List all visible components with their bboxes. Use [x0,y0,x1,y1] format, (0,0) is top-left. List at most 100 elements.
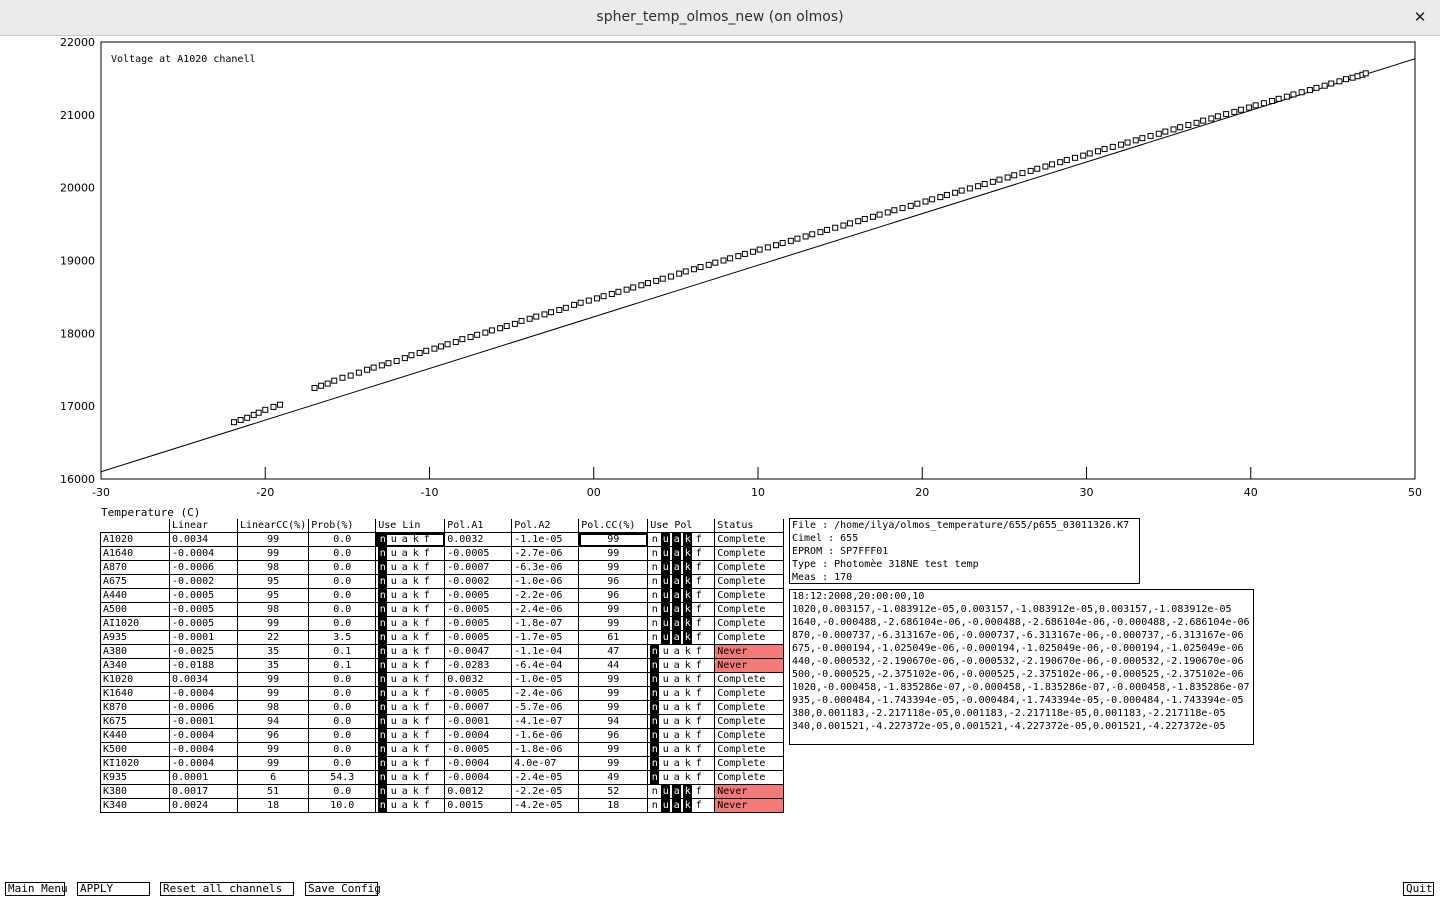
toggle-n[interactable]: n [650,800,659,812]
use-lin-toggles[interactable]: nuakf [375,630,446,645]
toggle-f[interactable]: f [694,702,703,714]
toggle-u[interactable]: u [389,646,398,658]
toggle-f[interactable]: f [694,590,703,602]
use-pol-toggles[interactable]: nuakf [647,588,716,603]
toggle-a[interactable]: a [672,631,682,644]
toggle-k[interactable]: k [411,730,420,742]
toggle-u[interactable]: u [661,758,670,770]
use-lin-toggles[interactable]: nuakf [375,532,446,547]
toggle-k[interactable]: k [683,785,693,798]
toggle-f[interactable]: f [422,562,431,574]
toggle-k[interactable]: k [683,758,692,770]
toggle-k[interactable]: k [411,688,420,700]
toggle-k[interactable]: k [683,575,693,588]
quit-button[interactable]: Quit [1403,882,1434,896]
toggle-n[interactable]: n [378,561,388,574]
toggle-n[interactable]: n [650,743,660,756]
toggle-f[interactable]: f [422,632,431,644]
use-pol-toggles[interactable]: nuakf [647,672,716,687]
reset-all-channels-button[interactable]: Reset all channels [160,882,294,896]
toggle-u[interactable]: u [661,533,671,546]
close-icon[interactable]: ✕ [1410,7,1430,27]
toggle-k[interactable]: k [411,800,420,812]
toggle-k[interactable]: k [683,799,693,812]
toggle-a[interactable]: a [672,785,682,798]
toggle-f[interactable]: f [422,772,431,784]
toggle-a[interactable]: a [400,772,409,784]
toggle-u[interactable]: u [389,576,398,588]
toggle-f[interactable]: f [422,576,431,588]
toggle-f[interactable]: f [694,548,703,560]
toggle-n[interactable]: n [378,673,388,686]
use-lin-toggles[interactable]: nuakf [375,728,446,743]
toggle-k[interactable]: k [683,603,693,616]
toggle-n[interactable]: n [378,785,388,798]
toggle-n[interactable]: n [378,603,388,616]
toggle-u[interactable]: u [661,688,670,700]
toggle-n[interactable]: n [650,701,660,714]
toggle-u[interactable]: u [661,660,670,672]
toggle-n[interactable]: n [650,673,660,686]
toggle-a[interactable]: a [400,576,409,588]
toggle-n[interactable]: n [378,701,388,714]
toggle-a[interactable]: a [400,786,409,798]
toggle-a[interactable]: a [672,716,681,728]
toggle-n[interactable]: n [378,645,388,658]
toggle-u[interactable]: u [389,702,398,714]
toggle-f[interactable]: f [694,632,703,644]
toggle-f[interactable]: f [694,660,703,672]
toggle-f[interactable]: f [694,576,703,588]
toggle-n[interactable]: n [378,715,388,728]
toggle-f[interactable]: f [422,702,431,714]
toggle-a[interactable]: a [400,688,409,700]
use-lin-toggles[interactable]: nuakf [375,742,446,757]
toggle-f[interactable]: f [694,562,703,574]
toggle-u[interactable]: u [389,534,398,546]
toggle-n[interactable]: n [650,715,660,728]
toggle-u[interactable]: u [661,617,671,630]
toggle-u[interactable]: u [661,785,671,798]
toggle-u[interactable]: u [661,603,671,616]
use-lin-toggles[interactable]: nuakf [375,672,446,687]
toggle-f[interactable]: f [694,604,703,616]
use-pol-toggles[interactable]: nuakf [647,602,716,617]
toggle-f[interactable]: f [694,730,703,742]
toggle-k[interactable]: k [683,660,692,672]
toggle-f[interactable]: f [422,786,431,798]
toggle-u[interactable]: u [389,786,398,798]
toggle-a[interactable]: a [400,590,409,602]
toggle-f[interactable]: f [422,716,431,728]
toggle-u[interactable]: u [661,730,670,742]
toggle-k[interactable]: k [683,533,693,546]
use-pol-toggles[interactable]: nuakf [647,644,716,659]
toggle-f[interactable]: f [422,674,431,686]
toggle-a[interactable]: a [400,562,409,574]
use-pol-toggles[interactable]: nuakf [647,574,716,589]
toggle-u[interactable]: u [661,674,670,686]
use-lin-toggles[interactable]: nuakf [375,588,446,603]
toggle-n[interactable]: n [378,743,388,756]
use-pol-toggles[interactable]: nuakf [647,798,716,813]
toggle-u[interactable]: u [389,744,398,756]
toggle-n[interactable]: n [378,799,388,812]
toggle-f[interactable]: f [694,772,703,784]
toggle-u[interactable]: u [661,716,670,728]
toggle-f[interactable]: f [694,674,703,686]
toggle-u[interactable]: u [661,744,670,756]
toggle-u[interactable]: u [389,562,398,574]
toggle-a[interactable]: a [400,800,409,812]
toggle-k[interactable]: k [411,632,420,644]
use-lin-toggles[interactable]: nuakf [375,784,446,799]
toggle-k[interactable]: k [411,562,420,574]
toggle-k[interactable]: k [683,730,692,742]
toggle-k[interactable]: k [411,618,420,630]
toggle-a[interactable]: a [672,547,682,560]
toggle-k[interactable]: k [683,744,692,756]
toggle-f[interactable]: f [422,604,431,616]
toggle-k[interactable]: k [411,702,420,714]
toggle-n[interactable]: n [650,645,660,658]
use-pol-toggles[interactable]: nuakf [647,616,716,631]
toggle-k[interactable]: k [683,547,693,560]
toggle-f[interactable]: f [694,688,703,700]
toggle-n[interactable]: n [650,590,659,602]
